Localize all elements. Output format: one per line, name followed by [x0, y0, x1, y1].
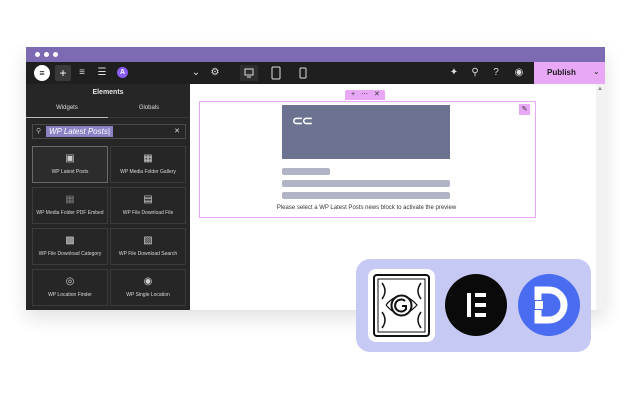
chevron-down-icon[interactable]: ⌄ — [593, 67, 600, 76]
posts-icon: ▣ — [65, 153, 75, 164]
location-finder-icon: ◎ — [65, 276, 75, 287]
desktop-icon — [244, 68, 254, 78]
widget-tile[interactable]: ▤ WP File Download File — [110, 187, 186, 224]
canvas-scrollbar[interactable] — [596, 84, 605, 310]
add-element-button[interactable]: + — [55, 65, 71, 81]
placeholder-title-bar — [282, 168, 330, 175]
preview-notice: Please select a WP Latest Posts news blo… — [276, 205, 457, 211]
publish-button[interactable]: Publish ⌄ — [534, 62, 605, 84]
file-download-icon: ▤ — [143, 194, 153, 205]
placeholder-text-bar — [282, 192, 450, 199]
ai-sparkle-icon[interactable]: ✦ — [446, 65, 462, 81]
help-icon[interactable]: ? — [488, 65, 504, 81]
elementor-brand-icon — [445, 274, 507, 336]
widget-search-input[interactable]: ⚲ WP Latest Posts| ✕ — [32, 124, 186, 139]
add-section-icon[interactable]: + — [351, 90, 355, 100]
panel-title: Elements — [92, 89, 124, 96]
clear-search-icon[interactable]: ✕ — [174, 125, 180, 138]
widget-label: WP Media Folder Gallery — [120, 169, 176, 175]
widget-label: WP Media Folder PDF Embed — [36, 210, 104, 216]
drag-handle-icon[interactable]: ⋯ — [361, 90, 368, 100]
panel-tabs: Widgets Globals — [26, 102, 190, 118]
widget-label: WP File Download Search — [118, 251, 178, 257]
window-titlebar — [26, 47, 605, 62]
gallery-icon: ▦ — [143, 153, 153, 164]
gear-icon[interactable]: ⚙ — [207, 65, 223, 81]
integration-badges — [356, 259, 591, 352]
search-icon: ⚲ — [36, 128, 42, 135]
gutenberg-icon — [373, 274, 430, 337]
elementor-logo-icon[interactable]: ≡ — [34, 65, 50, 81]
tablet-icon — [271, 66, 281, 80]
widget-tile[interactable]: ▧ WP File Download Search — [110, 228, 186, 265]
avatar[interactable]: A — [117, 67, 128, 78]
chevron-down-icon[interactable]: ⌄ — [188, 65, 204, 81]
window-dot[interactable] — [44, 52, 49, 57]
preview-eye-icon[interactable]: ◉ — [511, 65, 527, 81]
tab-widgets[interactable]: Widgets — [26, 105, 108, 111]
pdf-embed-icon: ▦ — [65, 194, 75, 205]
elementor-e-icon — [467, 293, 486, 317]
elements-panel: Elements Widgets Globals ⚲ WP Latest Pos… — [26, 84, 190, 310]
location-pin-icon: ◉ — [143, 276, 153, 287]
widget-tile[interactable]: ▦ WP Media Folder PDF Embed — [32, 187, 108, 224]
tablet-view-button[interactable] — [267, 65, 285, 81]
settings-sliders-icon[interactable]: ≡ — [74, 65, 90, 81]
widget-label: WP File Download File — [122, 210, 174, 216]
search-value: WP Latest Posts| — [46, 126, 113, 137]
search-icon[interactable]: ⚲ — [467, 65, 483, 81]
divi-d-icon — [528, 286, 568, 324]
layers-icon[interactable]: ☰ — [94, 65, 110, 81]
section-handle[interactable]: + ⋯ ✕ — [345, 90, 385, 100]
gutenberg-logo — [368, 269, 435, 342]
window-dot[interactable] — [35, 52, 40, 57]
widget-tile[interactable]: ▣ WP Latest Posts — [32, 146, 108, 183]
widget-label: WP Single Location — [126, 292, 170, 298]
file-search-icon: ▧ — [143, 235, 153, 246]
editor-toolbar: ≡ + ≡ ☰ A ⌄ ⚙ ✦ ⚲ ? ◉ Publish ⌄ — [26, 62, 605, 84]
category-icon: ▩ — [65, 235, 75, 246]
device-switcher — [236, 62, 336, 84]
close-icon[interactable]: ✕ — [374, 90, 380, 100]
tab-globals[interactable]: Globals — [108, 105, 190, 111]
widget-label: WP Location Finder — [48, 292, 92, 298]
tab-active-indicator — [26, 117, 108, 118]
widget-tile[interactable]: ▩ WP File Download Category — [32, 228, 108, 265]
scroll-up-icon[interactable]: ▲ — [597, 86, 603, 92]
placeholder-logo-icon: ⊂⊂ — [292, 113, 313, 128]
divi-brand-icon — [518, 274, 580, 336]
mobile-icon — [299, 67, 307, 79]
widget-label: WP Latest Posts — [51, 169, 89, 175]
edit-pencil-icon[interactable]: ✎ — [519, 104, 530, 115]
widget-tile[interactable]: ◉ WP Single Location — [110, 269, 186, 306]
publish-label: Publish — [547, 68, 576, 77]
window-dot[interactable] — [53, 52, 58, 57]
desktop-view-button[interactable] — [240, 65, 258, 81]
placeholder-text-bar — [282, 180, 450, 187]
mobile-view-button[interactable] — [294, 65, 312, 81]
widget-tile[interactable]: ◎ WP Location Finder — [32, 269, 108, 306]
widget-label: WP File Download Category — [38, 251, 102, 257]
widget-tile[interactable]: ▦ WP Media Folder Gallery — [110, 146, 186, 183]
